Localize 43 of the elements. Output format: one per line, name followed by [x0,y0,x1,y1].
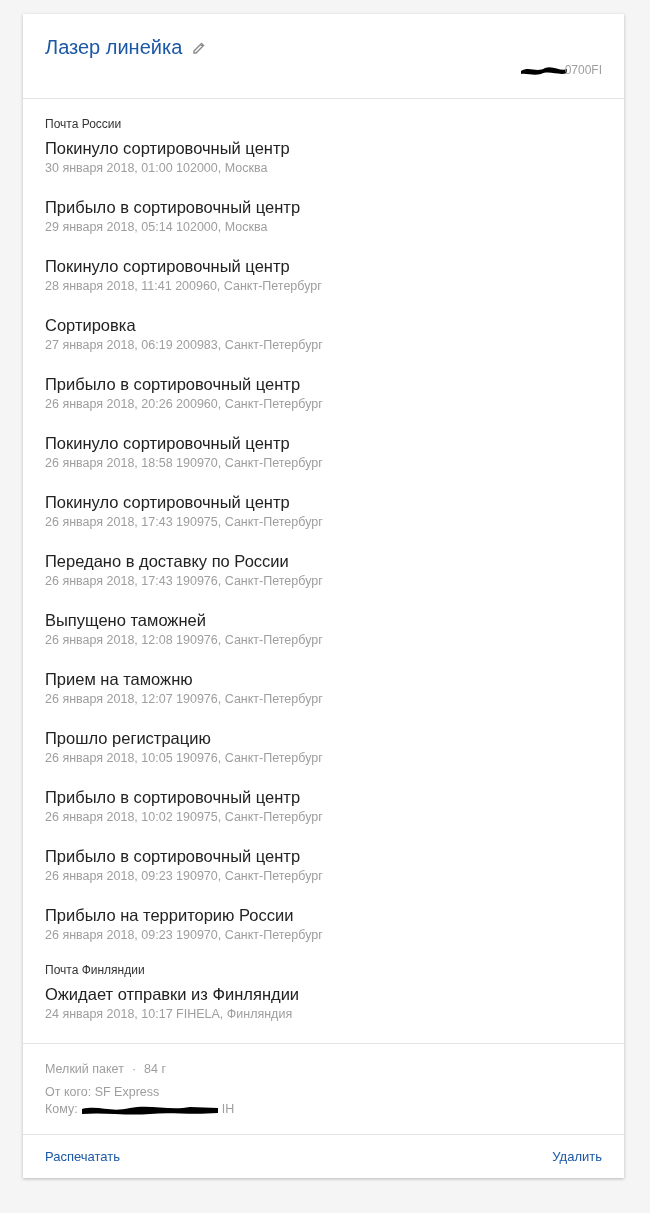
event-status: Сортировка [45,315,137,336]
event-details: 26 января 2018, 18:58 190970, Санкт-Петербург [45,456,324,470]
edit-icon[interactable] [192,40,207,55]
separator-dot: · [131,1062,137,1076]
event-details: 28 января 2018, 11:41 200960, Санкт-Петербург [45,279,323,293]
action-link[interactable]: Распечатать [45,1149,120,1164]
event-status: Покинуло сортировочный центр [45,138,291,159]
event-details: 26 января 2018, 12:08 190976, Санкт-Петербург [45,633,324,647]
event-details: 26 января 2018, 10:05 190976, Санкт-Петербург [45,751,324,765]
carrier-label: Почта России [45,117,123,131]
event-status: Покинуло сортировочный центр [45,256,291,277]
action-link[interactable]: Удалить [552,1149,602,1164]
parcel-title: Лазер линейка [45,36,183,59]
event-details: 27 января 2018, 06:19 200983, Санкт-Петербург [45,338,324,352]
event-status: Передано в доставку по России [45,551,290,572]
event-details: 26 января 2018, 09:23 190970, Санкт-Петербург [45,869,324,883]
event-details: 26 января 2018, 17:43 190975, Санкт-Петербург [45,515,324,529]
event-status: Ожидает отправки из Финляндии [45,984,301,1005]
event-status: Прием на таможню [45,669,194,690]
parcel-weight: 84 г [144,1062,166,1076]
event-status: Прошло регистрацию [45,728,212,749]
event-status: Прибыло в сортировочный центр [45,374,302,395]
event-status: Покинуло сортировочный центр [45,433,291,454]
sender-text: От кого: SF Express [45,1084,161,1101]
event-details: 26 января 2018, 10:02 190975, Санкт-Петербург [45,810,324,824]
event-details: 26 января 2018, 12:07 190976, Санкт-Петербург [45,692,324,706]
event-details: 30 января 2018, 01:00 102000, Москва [45,161,269,175]
event-status: Прибыло в сортировочный центр [45,787,302,808]
event-details: 26 января 2018, 09:23 190970, Санкт-Петербург [45,928,324,942]
event-details: 26 января 2018, 20:26 200960, Санкт-Петербург [45,397,324,411]
tracking-number: 0700FI [564,63,602,77]
recipient-label: Кому: [45,1101,78,1118]
event-details: 24 января 2018, 10:17 FIHELA, Финляндия [45,1007,294,1021]
event-details: 26 января 2018, 17:43 190976, Санкт-Петербург [45,574,324,588]
carrier-label: Почта Финляндии [45,963,146,977]
recipient-text: IH [221,1101,235,1118]
event-status: Прибыло на территорию России [45,905,295,926]
event-status: Покинуло сортировочный центр [45,492,291,513]
event-status: Прибыло в сортировочный центр [45,846,302,867]
parcel-type: Мелкий пакет [45,1062,124,1076]
event-status: Выпущено таможней [45,610,207,631]
event-status: Прибыло в сортировочный центр [45,197,302,218]
event-details: 29 января 2018, 05:14 102000, Москва [45,220,269,234]
